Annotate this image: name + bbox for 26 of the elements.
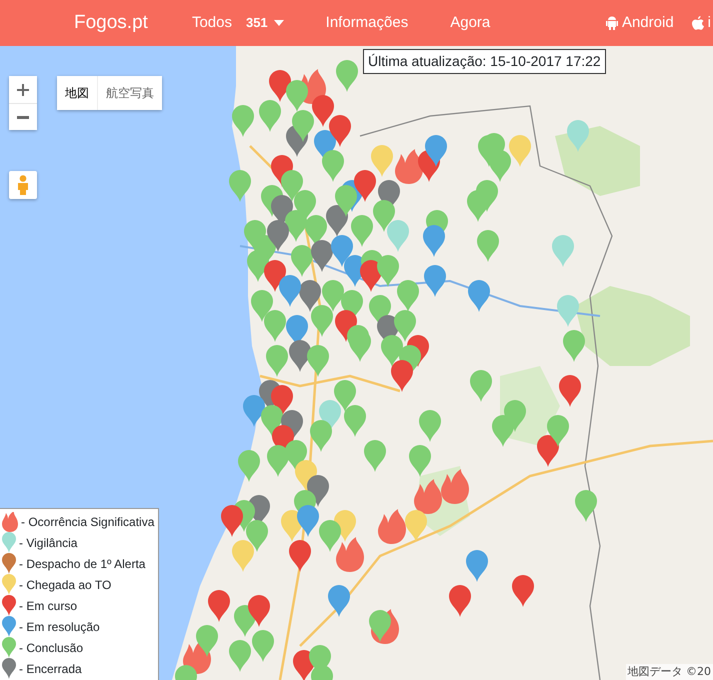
map-type-button[interactable]: 航空写真 bbox=[97, 76, 162, 110]
legend-label: - Encerrada bbox=[19, 660, 82, 678]
legend-label: - Vigilância bbox=[19, 534, 78, 552]
zoom-in-button[interactable] bbox=[9, 76, 37, 103]
caret-icon bbox=[274, 20, 284, 26]
plus-icon bbox=[17, 84, 29, 96]
zoom-out-button[interactable] bbox=[9, 103, 37, 130]
person-icon bbox=[17, 175, 29, 195]
map-attribution: 地図データ ©20 bbox=[626, 664, 713, 680]
app-link[interactable]: i bbox=[692, 12, 711, 34]
nav-link[interactable]: Agora bbox=[450, 12, 490, 34]
legend-label: - Chegada ao TO bbox=[19, 576, 112, 594]
minus-icon bbox=[17, 116, 29, 120]
legend-label: - Em resolução bbox=[19, 618, 100, 636]
apple-icon bbox=[692, 16, 704, 30]
legend-label: - Despacho de 1º Alerta bbox=[19, 556, 146, 572]
dropdown-toggle[interactable]: Todos 351 bbox=[192, 12, 284, 34]
last-update-label: Última atualização: 15-10-2017 17:22 bbox=[363, 49, 606, 74]
app-link[interactable]: Android bbox=[606, 12, 674, 34]
legend-label: - Em curso bbox=[19, 598, 78, 614]
nav-link[interactable]: Informações bbox=[326, 12, 408, 34]
map-type-button[interactable]: 地図 bbox=[57, 76, 97, 110]
android-icon bbox=[606, 16, 618, 30]
legend-label: - Ocorrência Significativa bbox=[21, 514, 154, 530]
brand-logo[interactable]: Fogos.pt bbox=[74, 8, 148, 38]
legend-label: - Conclusão bbox=[19, 640, 84, 656]
